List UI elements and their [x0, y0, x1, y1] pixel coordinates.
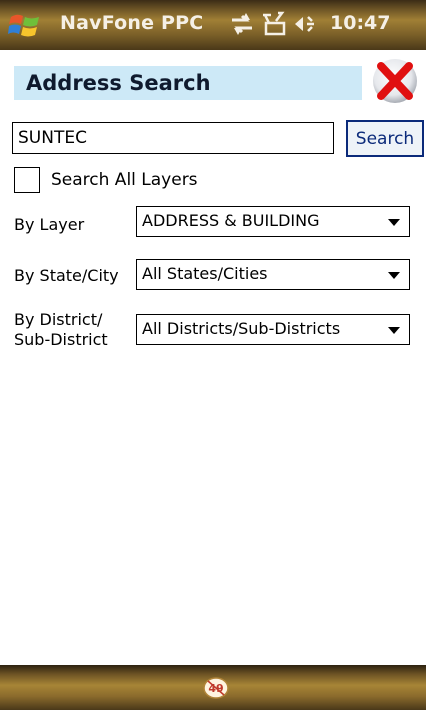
search-all-layers-label[interactable]: Search All Layers — [51, 170, 198, 190]
chevron-down-icon — [388, 327, 400, 334]
chevron-down-icon — [388, 219, 400, 226]
sub-district-label: Sub-District — [14, 330, 108, 349]
layer-select[interactable]: ADDRESS & BUILDING — [136, 206, 410, 237]
by-district-label: By District/ — [14, 310, 103, 329]
state-city-select[interactable]: All States/Cities — [136, 259, 410, 290]
close-icon[interactable] — [371, 57, 419, 105]
state-city-select-value: All States/Cities — [142, 264, 268, 283]
connectivity-icon[interactable] — [228, 11, 256, 37]
status-bar: NavFone PPC 10:47 — [0, 0, 426, 50]
district-select[interactable]: All Districts/Sub-Districts — [136, 314, 410, 345]
app-title: NavFone PPC — [60, 12, 204, 34]
page-title-bar: Address Search — [14, 66, 362, 100]
search-all-layers-checkbox[interactable] — [14, 167, 40, 193]
page-title: Address Search — [26, 71, 211, 95]
bottom-menu-bar: 49 — [0, 665, 426, 710]
clock[interactable]: 10:47 — [330, 12, 390, 34]
by-state-city-label: By State/City — [14, 266, 119, 285]
district-select-value: All Districts/Sub-Districts — [142, 319, 341, 338]
signal-off-icon[interactable] — [260, 11, 288, 37]
chevron-down-icon — [388, 272, 400, 279]
search-input[interactable] — [12, 122, 334, 154]
windows-start-icon[interactable] — [8, 10, 42, 40]
search-button[interactable]: Search — [346, 120, 424, 157]
volume-icon[interactable] — [292, 11, 322, 37]
search-button-label: Search — [355, 128, 415, 149]
layer-select-value: ADDRESS & BUILDING — [142, 211, 320, 230]
by-layer-label: By Layer — [14, 215, 85, 234]
keyboard-toggle-icon[interactable]: 49 — [203, 677, 229, 699]
bottom-badge-text: 49 — [208, 682, 223, 695]
